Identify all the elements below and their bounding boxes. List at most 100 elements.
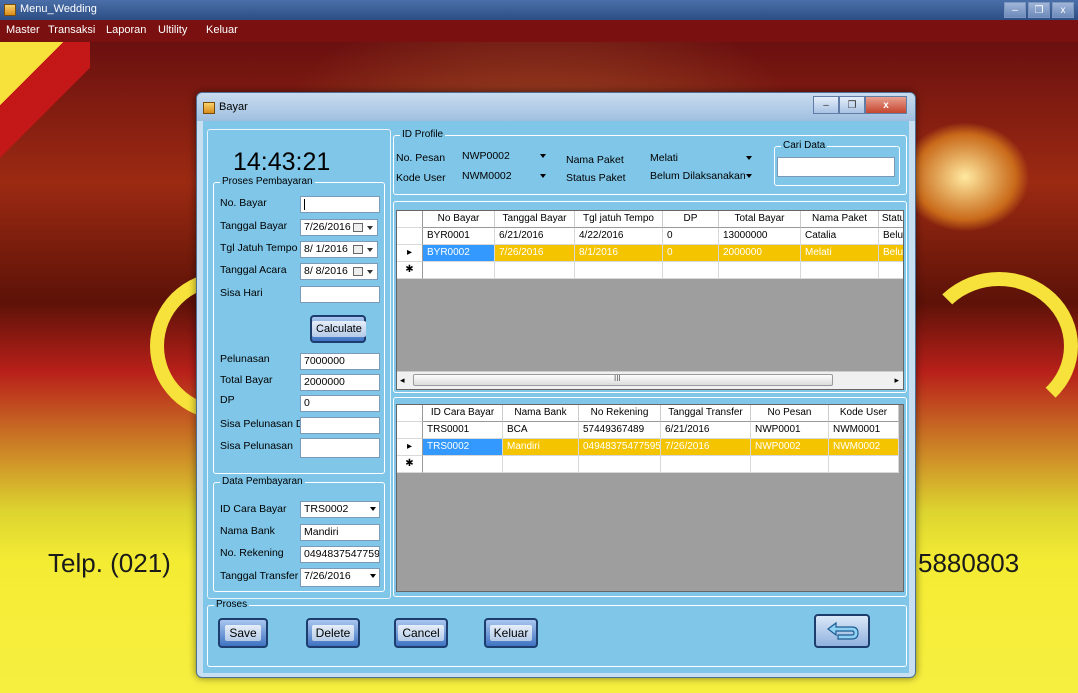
transfer-grid-column-header[interactable]: Tanggal Transfer bbox=[661, 405, 751, 422]
row-selector[interactable] bbox=[397, 228, 423, 245]
transfer-grid-column-header[interactable]: No Rekening bbox=[579, 405, 661, 422]
no-rekening-input[interactable]: 0494837547759540 bbox=[300, 546, 380, 563]
menu-master[interactable]: Master bbox=[6, 24, 40, 36]
transfer-grid-cell[interactable] bbox=[423, 456, 503, 473]
transfer-grid-cell[interactable]: BCA bbox=[503, 422, 579, 439]
bayar-grid-cell[interactable]: Belum bbox=[879, 228, 903, 245]
transfer-grid-cell[interactable]: NWP0002 bbox=[751, 439, 829, 456]
dp-input[interactable]: 0 bbox=[300, 395, 380, 412]
cancel-button[interactable]: Cancel bbox=[394, 618, 448, 648]
scroll-left-icon[interactable]: ◂ bbox=[400, 375, 405, 386]
transfer-grid-cell[interactable] bbox=[751, 456, 829, 473]
tanggal-transfer-select[interactable]: 7/26/2016 bbox=[300, 568, 380, 587]
bayar-grid-column-header[interactable]: Tanggal Bayar bbox=[495, 211, 575, 228]
transfer-grid-cell[interactable]: 0494837547759540​6 bbox=[579, 439, 661, 456]
transfer-grid-cell[interactable] bbox=[579, 456, 661, 473]
refresh-button[interactable] bbox=[814, 614, 870, 648]
nama-paket-select[interactable]: Melati bbox=[646, 150, 756, 167]
delete-button[interactable]: Delete bbox=[306, 618, 360, 648]
bayar-grid-cell[interactable]: BYR0001 bbox=[423, 228, 495, 245]
bayar-grid-cell[interactable] bbox=[495, 262, 575, 279]
new-row-marker-icon[interactable]: ✱ bbox=[397, 262, 423, 279]
id-cara-bayar-select[interactable]: TRS0002 bbox=[300, 501, 380, 518]
transfer-grid-cell[interactable] bbox=[829, 456, 899, 473]
bayar-grid-column-header[interactable]: No Bayar bbox=[423, 211, 495, 228]
bayar-grid-cell[interactable]: Melati bbox=[801, 245, 879, 262]
tgl-jatuh-tempo-picker[interactable]: 8/ 1/2016 bbox=[300, 241, 378, 258]
row-selector[interactable]: ▸ bbox=[397, 439, 423, 456]
dialog-minimize-button[interactable]: – bbox=[813, 96, 839, 114]
bayar-grid[interactable]: No Bayar Tanggal Bayar Tgl jatuh Tempo DP To… bbox=[396, 210, 904, 390]
bayar-grid-cell[interactable]: 8/1/2016 bbox=[575, 245, 663, 262]
transfer-grid-row[interactable]: ▸TRS0002Mandiri0494837547759540​67/26/20… bbox=[397, 439, 903, 456]
nama-bank-input[interactable]: Mandiri bbox=[300, 524, 380, 541]
bayar-grid-column-header[interactable]: Tgl jatuh Tempo bbox=[575, 211, 663, 228]
transfer-grid-column-header[interactable]: No Pesan bbox=[751, 405, 829, 422]
transfer-grid-cell[interactable]: 6/21/2016 bbox=[661, 422, 751, 439]
dialog-close-button[interactable]: x bbox=[865, 96, 907, 114]
pelunasan-input[interactable]: 7000000 bbox=[300, 353, 380, 370]
transfer-grid-new-row[interactable]: ✱ bbox=[397, 456, 903, 473]
bayar-grid-cell[interactable]: Catalia bbox=[801, 228, 879, 245]
transfer-grid-column-header[interactable]: Nama Bank bbox=[503, 405, 579, 422]
transfer-grid-cell[interactable]: NWP0001 bbox=[751, 422, 829, 439]
bayar-grid-column-header[interactable]: Nama Paket bbox=[801, 211, 879, 228]
transfer-grid-cell[interactable]: 57449367489 bbox=[579, 422, 661, 439]
menu-transaksi[interactable]: Transaksi bbox=[48, 24, 95, 36]
bayar-grid-cell[interactable] bbox=[801, 262, 879, 279]
bayar-grid-row[interactable]: BYR0001 6/21/2016 4/22/2016 0 13000000 Catali… bbox=[397, 228, 903, 245]
transfer-grid-cell[interactable] bbox=[503, 456, 579, 473]
sisa-pelunasan-input[interactable] bbox=[300, 438, 380, 458]
bayar-grid-new-row[interactable]: ✱ bbox=[397, 262, 903, 279]
bayar-grid-cell[interactable]: 13000000 bbox=[719, 228, 801, 245]
transfer-grid-column-header[interactable]: ID Cara Bayar bbox=[423, 405, 503, 422]
kode-user-select[interactable]: NWM0002 bbox=[458, 168, 550, 185]
no-bayar-input[interactable] bbox=[300, 196, 380, 213]
bayar-grid-cell[interactable]: 0 bbox=[663, 245, 719, 262]
bayar-grid-cell[interactable]: 6/21/2016 bbox=[495, 228, 575, 245]
transfer-grid-row[interactable]: TRS0001 BCA 57449367489 6/21/2016 NWP0001 NWM… bbox=[397, 422, 903, 439]
bayar-grid-cell[interactable]: Belum bbox=[879, 245, 903, 262]
scroll-right-icon[interactable]: ▸ bbox=[894, 375, 899, 386]
bayar-grid-cell[interactable] bbox=[575, 262, 663, 279]
keluar-button[interactable]: Keluar bbox=[484, 618, 538, 648]
bayar-grid-column-header[interactable]: DP bbox=[663, 211, 719, 228]
bayar-grid-cell[interactable] bbox=[879, 262, 903, 279]
transfer-grid-column-header[interactable]: Kode User bbox=[829, 405, 899, 422]
calculate-button[interactable]: Calculate bbox=[310, 315, 366, 343]
bayar-grid-column-header[interactable]: Total Bayar bbox=[719, 211, 801, 228]
bayar-grid-cell[interactable]: 2000000 bbox=[719, 245, 801, 262]
transfer-grid-cell[interactable]: NWM0002 bbox=[829, 439, 899, 456]
bayar-grid-cell[interactable]: 4/22/2016 bbox=[575, 228, 663, 245]
menu-ultility[interactable]: Ultility bbox=[158, 24, 187, 36]
tanggal-bayar-picker[interactable]: 7/26/2016 bbox=[300, 219, 378, 236]
main-maximize-button[interactable]: ❐ bbox=[1028, 2, 1050, 18]
bayar-grid-row[interactable]: ▸ BYR0002 7/26/2016 8/1/2016 0 2000000 Melati B… bbox=[397, 245, 903, 262]
main-close-button[interactable]: x bbox=[1052, 2, 1074, 18]
transfer-grid-cell[interactable]: TRS0001 bbox=[423, 422, 503, 439]
total-bayar-input[interactable]: 2000000 bbox=[300, 374, 380, 391]
transfer-grid-cell[interactable]: NWM0001 bbox=[829, 422, 899, 439]
dialog-maximize-button[interactable]: ❐ bbox=[839, 96, 865, 114]
transfer-grid-cell[interactable] bbox=[661, 456, 751, 473]
scrollbar-thumb[interactable]: III bbox=[413, 374, 833, 386]
new-row-marker-icon[interactable]: ✱ bbox=[397, 456, 423, 473]
transfer-grid-cell[interactable]: TRS0002 bbox=[423, 439, 503, 456]
transfer-grid-cell[interactable]: Mandiri bbox=[503, 439, 579, 456]
menu-laporan[interactable]: Laporan bbox=[106, 24, 146, 36]
tanggal-acara-picker[interactable]: 8/ 8/2016 bbox=[300, 263, 378, 280]
cari-data-input[interactable] bbox=[777, 157, 895, 177]
sisa-pelunasan-dp-input[interactable] bbox=[300, 417, 380, 434]
transfer-grid[interactable]: ID Cara Bayar Nama Bank No Rekening Tanggal… bbox=[396, 404, 904, 592]
main-minimize-button[interactable]: – bbox=[1004, 2, 1026, 18]
row-selector[interactable] bbox=[397, 422, 423, 439]
save-button[interactable]: Save bbox=[218, 618, 268, 648]
no-pesan-select[interactable]: NWP0002 bbox=[458, 148, 550, 165]
bayar-grid-cell[interactable]: 7/26/2016 bbox=[495, 245, 575, 262]
menu-keluar[interactable]: Keluar bbox=[206, 24, 238, 36]
bayar-grid-cell[interactable]: BYR0002 bbox=[423, 245, 495, 262]
bayar-grid-cell[interactable]: 0 bbox=[663, 228, 719, 245]
sisa-hari-input[interactable] bbox=[300, 286, 380, 303]
status-paket-select[interactable]: Belum Dilaksanakan bbox=[646, 168, 756, 185]
transfer-grid-cell[interactable]: 7/26/2016 bbox=[661, 439, 751, 456]
